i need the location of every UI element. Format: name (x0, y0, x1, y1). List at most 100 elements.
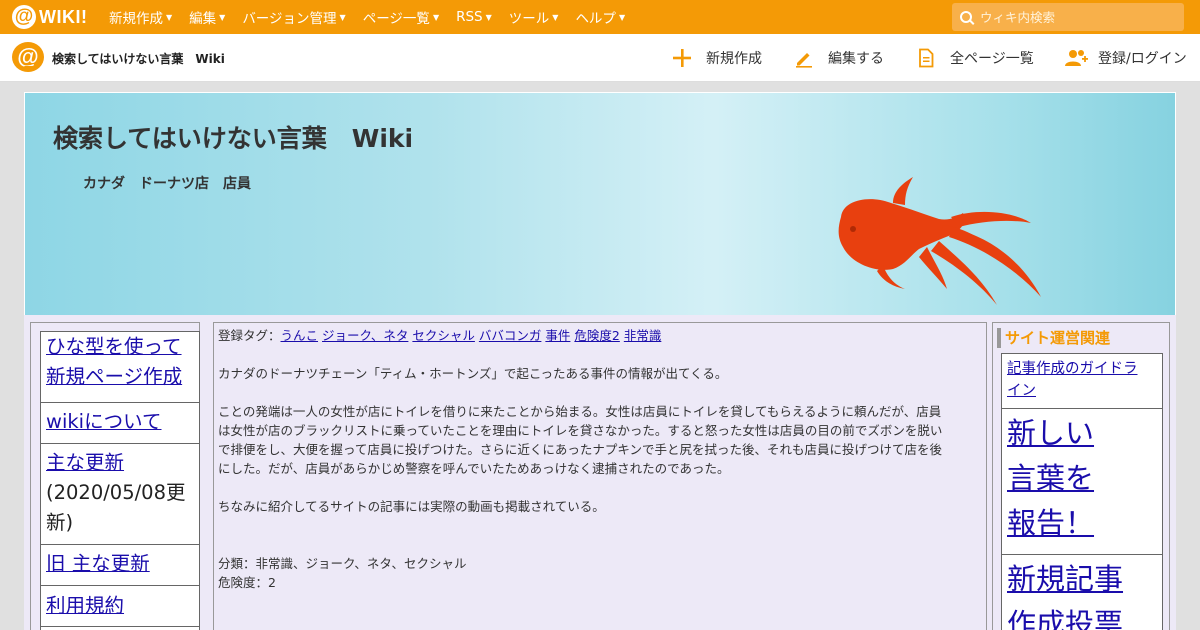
left-sidebar: ひな型を使って 新規ページ作成 wikiについて 主な更新 (2020/05/08… (30, 322, 200, 630)
menu-label: 編集 (189, 11, 217, 27)
vote-box: 新規記事 作成投票 (1001, 554, 1163, 630)
site-name[interactable]: 検索してはいけない言葉 Wiki (52, 50, 225, 67)
nav-link-template-new-page[interactable]: ひな型を使って 新規ページ作成 (41, 332, 199, 392)
menu-edit[interactable]: 編集 ▼ (189, 7, 225, 27)
new-article-vote-link[interactable]: 新規記事 作成投票 (1007, 562, 1123, 630)
wiki-logo[interactable]: @ WIKI! (12, 5, 87, 29)
tags-label: 登録タグ： (218, 328, 281, 343)
edit-button[interactable]: 編集する (794, 48, 884, 68)
menu-tools[interactable]: ツール ▼ (509, 7, 559, 27)
action-label: 新規作成 (706, 51, 762, 67)
menu-version[interactable]: バージョン管理 ▼ (242, 7, 345, 27)
note-paragraph: ちなみに紹介してるサイトの記事には実際の動画も掲載されている。 (218, 499, 605, 514)
guide-line1: 記事作成のガイドラ (1007, 361, 1138, 377)
tag-link[interactable]: 危険度2 (574, 328, 619, 343)
nav-item-updates: 主な更新 (2020/05/08更 新) (40, 443, 200, 545)
tag-link[interactable]: セクシャル (412, 328, 475, 343)
vote-line1: 新規記事 (1007, 562, 1124, 596)
update-date-line2: 新) (46, 511, 74, 534)
top-bar: @ WIKI! 新規作成 ▼ 編集 ▼ バージョン管理 ▼ ページ一覧 ▼ RSS ▼ ツ… (0, 0, 1200, 34)
story-paragraph: ことの発端は一人の女性が店にトイレを借りに来たことから始まる。女性は店員にトイレ… (218, 402, 982, 478)
tag-link[interactable]: 非常識 (624, 328, 662, 343)
vote-line2: 作成投票 (1007, 607, 1124, 630)
story-line: は女性が店のブラックリストに乗っていたことを理由にトイレを貸さなかった。すると怒… (218, 423, 943, 438)
report-line2: 言葉を (1007, 461, 1095, 495)
report-box: 新しい 言葉を 報告！ (1001, 408, 1163, 555)
goldfish-icon (838, 177, 1041, 305)
at-logo-icon[interactable]: @ (12, 42, 44, 72)
caret-down-icon: ▼ (432, 12, 440, 22)
nav-link-main-updates[interactable]: 主な更新 (41, 444, 199, 478)
nav-link-old-updates[interactable]: 旧 主な更新 (41, 545, 199, 583)
nav-item-about: wikiについて (40, 402, 200, 444)
caret-down-icon: ▼ (166, 12, 173, 22)
guide-line2: イン (1007, 383, 1036, 399)
tag-link[interactable]: 事件 (545, 328, 570, 343)
menu-pages[interactable]: ページ一覧 ▼ (363, 7, 439, 27)
guideline-link[interactable]: 記事作成のガイドラ イン (1007, 361, 1138, 399)
action-label: 編集する (828, 51, 884, 67)
caret-down-icon: ▼ (339, 12, 346, 22)
story-line: にした。だが、店員があらかじめ警察を呼んでいたためあっけなく逮捕されたのであった… (218, 461, 730, 476)
at-logo-icon: @ (12, 5, 36, 29)
right-sidebar: サイト運営関連 記事作成のガイドラ イン 新しい 言葉を 報告！ 新規記事作成投票 (992, 322, 1170, 630)
nav-label-line2: 新規ページ作成 (46, 365, 183, 388)
tag-link[interactable]: うんこ (281, 328, 319, 343)
menu-help[interactable]: ヘルプ ▼ (575, 7, 625, 27)
nav-item-next (40, 626, 200, 630)
danger-line: 危険度：2 (218, 575, 276, 590)
update-date-line1: (2020/05/08更 (46, 481, 186, 504)
intro-paragraph: カナダのドーナツチェーン「ティム・ホートンズ」で起こったある事件の情報が出てくる… (218, 366, 728, 381)
document-icon (916, 48, 936, 68)
site-admin-heading: サイト運営関連 (997, 328, 1163, 348)
menu-label: ツール (508, 11, 550, 27)
tag-link[interactable]: ババコンガ (479, 328, 542, 343)
nav-link-about-wiki[interactable]: wikiについて (41, 403, 199, 441)
search-input[interactable] (980, 9, 1170, 25)
article-body: 登録タグ：うんこ ジョーク、ネタ セクシャル ババコンガ 事件 危険度2 非常識… (213, 322, 987, 630)
logo-text: WIKI! (39, 6, 88, 27)
menu-new[interactable]: 新規作成 ▼ (109, 7, 172, 27)
nav-item-terms: 利用規約 (40, 585, 200, 627)
report-line3: 報告！ (1007, 506, 1095, 540)
content-area: ひな型を使って 新規ページ作成 wikiについて 主な更新 (2020/05/08… (24, 315, 1176, 630)
story-line: ことの発端は一人の女性が店にトイレを借りに来たことから始まる。女性は店員にトイレ… (218, 404, 942, 419)
page-frame: 検索してはいけない言葉 Wiki カナダ ドーナツ店 店員 ひな型を使って 新規ペ… (24, 92, 1176, 630)
new-page-button[interactable]: 新規作成 (672, 48, 762, 68)
site-header: @ 検索してはいけない言葉 Wiki 新規作成 編集する 全ページ一覧 登録/ロ… (0, 34, 1200, 82)
story-line: で排便をし、大便を握って店員に投げつけた。さらに近くにあったナプキンで手と尻を拭… (218, 442, 943, 457)
nav-item-old-updates: 旧 主な更新 (40, 544, 200, 586)
action-label: 全ページ一覧 (950, 51, 1034, 67)
site-banner: 検索してはいけない言葉 Wiki カナダ ドーナツ店 店員 (25, 93, 1175, 315)
all-pages-button[interactable]: 全ページ一覧 (916, 48, 1034, 68)
plus-icon (672, 48, 692, 68)
nav-item-template: ひな型を使って 新規ページ作成 (40, 331, 200, 403)
caret-down-icon: ▼ (485, 12, 492, 22)
wiki-search (952, 3, 1184, 31)
tag-link[interactable]: ジョーク、ネタ (322, 328, 408, 343)
search-icon (960, 11, 972, 23)
users-icon (1064, 48, 1088, 68)
action-label: 登録/ログイン (1098, 51, 1187, 67)
caret-down-icon: ▼ (552, 12, 559, 22)
menu-rss[interactable]: RSS ▼ (456, 9, 492, 25)
menu-label: RSS (456, 9, 483, 25)
nav-link-terms[interactable]: 利用規約 (41, 586, 199, 626)
menu-label: バージョン管理 (242, 11, 337, 27)
guide-box: 記事作成のガイドラ イン (1001, 353, 1163, 409)
banner-subtitle: カナダ ドーナツ店 店員 (83, 176, 251, 192)
banner-title: 検索してはいけない言葉 Wiki (53, 124, 414, 153)
pencil-icon (794, 48, 814, 68)
nav-label-line1: ひな型を使って (46, 335, 182, 358)
top-menu: 新規作成 ▼ 編集 ▼ バージョン管理 ▼ ページ一覧 ▼ RSS ▼ ツール ▼ ヘルプ ▼ (109, 0, 642, 34)
report-word-link[interactable]: 新しい 言葉を 報告！ (1007, 416, 1094, 540)
report-line1: 新しい (1007, 416, 1095, 450)
menu-label: ヘルプ (575, 11, 616, 27)
tag-line: 登録タグ：うんこ ジョーク、ネタ セクシャル ババコンガ 事件 危険度2 非常識 (218, 326, 982, 345)
login-button[interactable]: 登録/ログイン (1064, 48, 1187, 68)
category-line: 分類：非常識、ジョーク、ネタ、セクシャル (218, 556, 467, 571)
caret-down-icon: ▼ (219, 12, 226, 22)
caret-down-icon: ▼ (618, 12, 626, 22)
menu-label: 新規作成 (109, 11, 163, 27)
menu-label: ページ一覧 (362, 11, 430, 27)
